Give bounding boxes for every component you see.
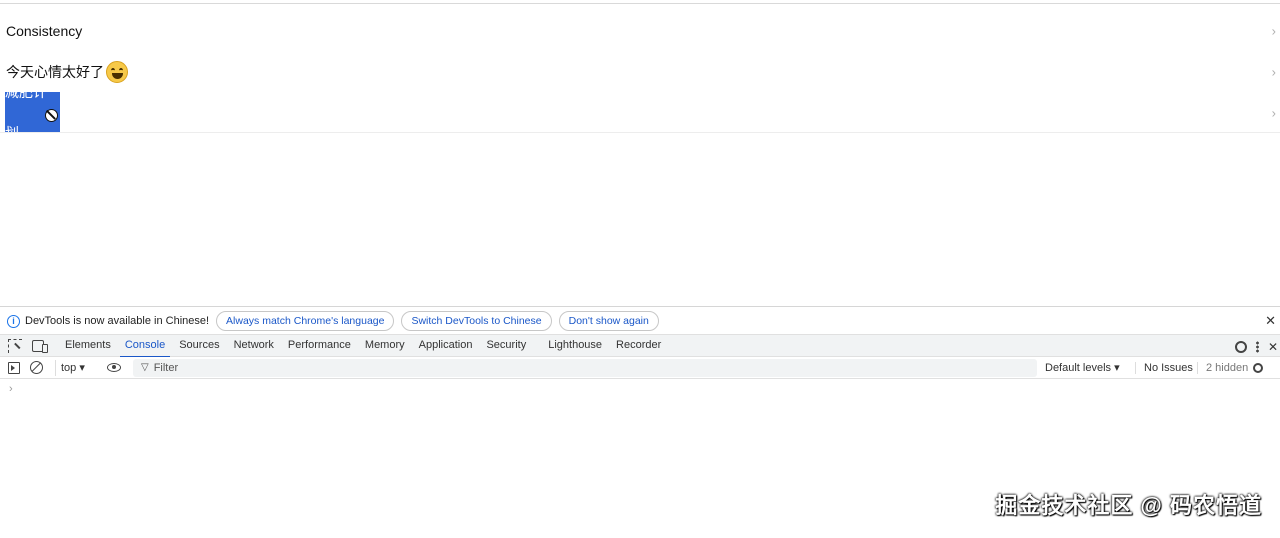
clear-console-icon[interactable] [30,361,43,374]
filter-placeholder: Filter [153,361,179,374]
tab-security[interactable]: Security [479,334,533,357]
inspect-element-icon[interactable] [8,338,22,353]
console-settings-icon[interactable] [1253,362,1263,373]
hidden-count: 2 hidden [1197,361,1249,374]
infobar-message: DevTools is now available in Chinese! [25,315,210,327]
log-levels-dropdown[interactable]: Default levels ▾ [1045,361,1135,374]
devtools-tabbar: Elements Console Sources Network Perform… [0,334,1280,358]
context-selector[interactable]: top ▾ [55,359,99,376]
tab-recorder[interactable]: Recorder [609,334,668,357]
not-allowed-cursor-icon [45,109,58,122]
chevron-right-icon: › [1271,64,1276,79]
tab-lighthouse[interactable]: Lighthouse [541,334,609,357]
filter-input[interactable]: ▽ Filter [133,358,1037,377]
language-infobar: i DevTools is now available in Chinese! … [0,308,1280,334]
issues-counter[interactable]: No Issues [1135,361,1197,374]
laughing-emoji-icon [106,60,128,83]
tab-memory[interactable]: Memory [358,334,412,357]
item-list: Consistency › 今天心情太好了 › 减肥计划 › [0,10,1280,141]
settings-gear-icon[interactable] [1234,340,1247,353]
always-match-language-button[interactable]: Always match Chrome's language [216,311,395,331]
tab-console[interactable]: Console [118,334,172,358]
chevron-right-icon: › [1271,105,1276,120]
list-item-diet-plan[interactable]: 减肥计划 › [0,84,1280,141]
console-prompt: › [9,383,13,395]
list-item-consistency[interactable]: Consistency › [0,10,1280,51]
close-devtools-icon[interactable]: ✕ [1268,340,1278,354]
tab-elements[interactable]: Elements [58,334,118,357]
console-toolbar: top ▾ ▽ Filter Default levels ▾ No Issue… [0,357,1280,379]
tabbar-actions: ✕ [1234,335,1280,358]
list-item-mood[interactable]: 今天心情太好了 › [0,51,1280,92]
list-item-label: Consistency [6,22,83,39]
dont-show-again-button[interactable]: Don't show again [558,311,659,331]
close-infobar-icon[interactable]: ✕ [1265,313,1276,329]
app-page: Consistency › 今天心情太好了 › 减肥计划 › [0,0,1280,306]
watermark: 掘金技术社区 @ 码农悟道 [995,493,1262,518]
sidebar-toggle-icon[interactable] [8,361,20,374]
more-options-icon[interactable] [1255,340,1259,353]
eye-icon[interactable] [107,363,121,372]
device-toolbar-icon[interactable] [32,339,48,353]
switch-to-chinese-button[interactable]: Switch DevTools to Chinese [401,311,552,331]
screen: Consistency › 今天心情太好了 › 减肥计划 › i DevTool… [0,0,1280,538]
chevron-right-icon: › [1271,23,1276,38]
tab-application[interactable]: Application [412,334,480,357]
tab-network[interactable]: Network [227,334,281,357]
top-divider [0,3,1280,4]
info-icon: i [7,314,20,328]
filter-icon: ▽ [141,362,149,373]
tab-sources[interactable]: Sources [172,334,226,357]
list-divider [0,132,1280,133]
tab-performance[interactable]: Performance [281,334,358,357]
